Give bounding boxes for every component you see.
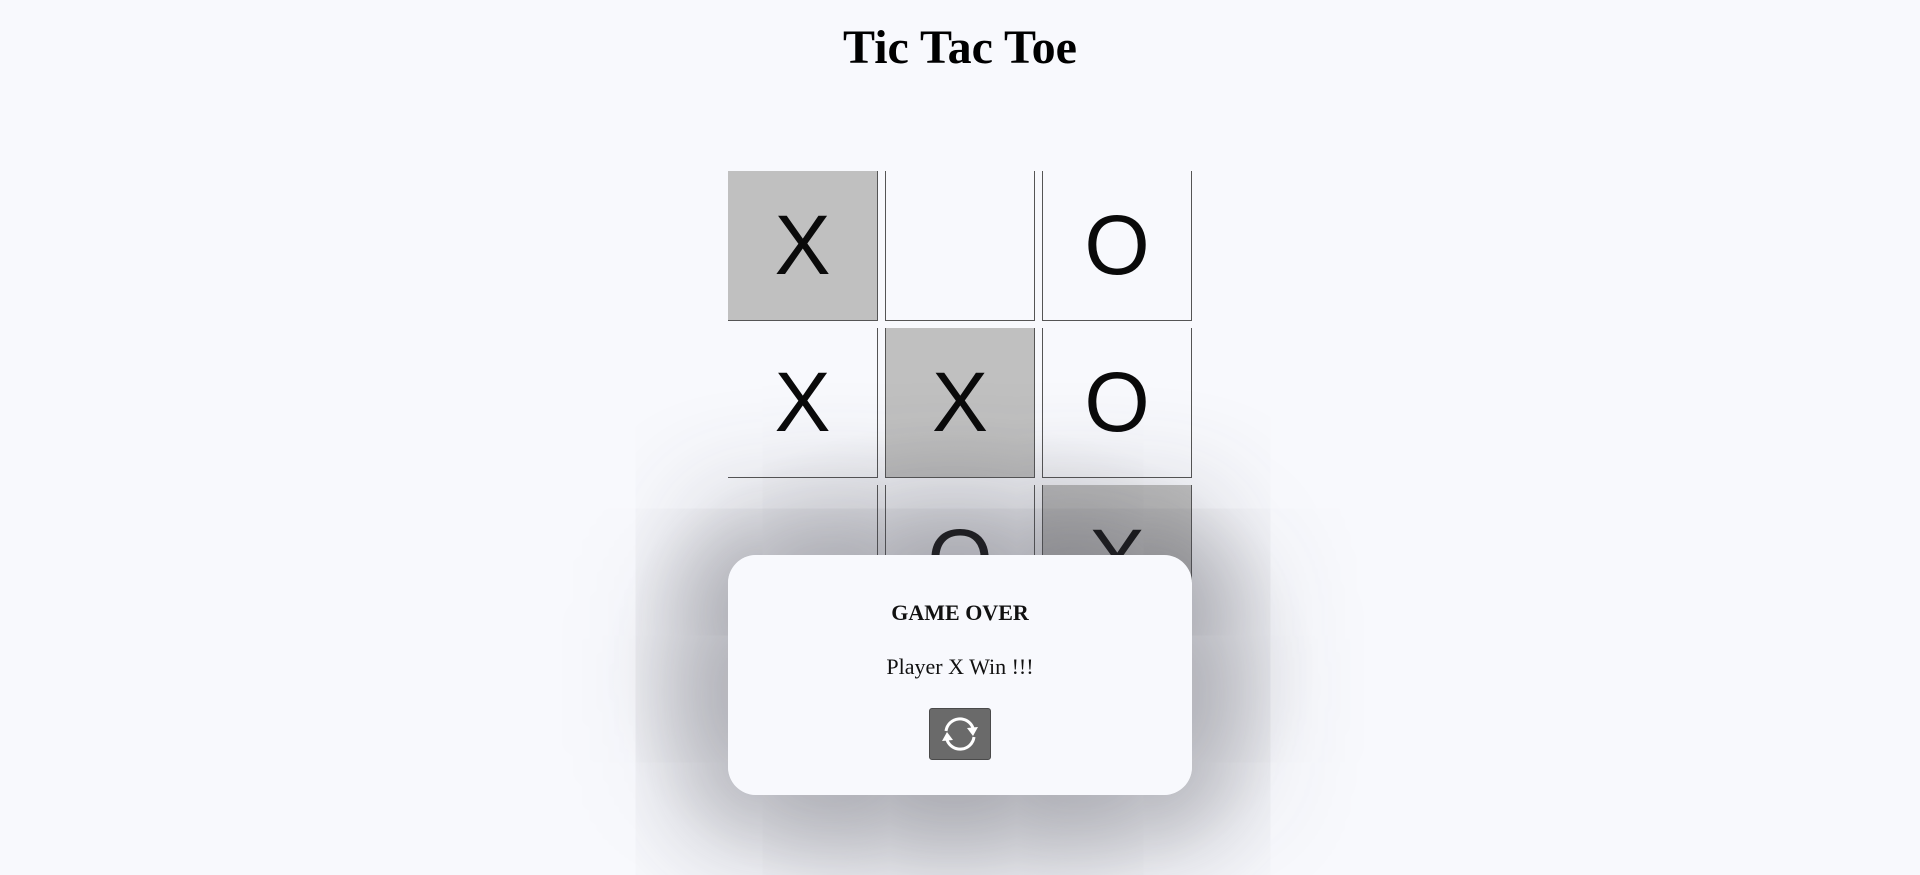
game-over-dialog: GAME OVER Player X Win !!!	[728, 555, 1192, 795]
board-cell-2[interactable]	[885, 171, 1035, 321]
game-over-heading: GAME OVER	[891, 600, 1029, 625]
restart-button[interactable]	[929, 708, 991, 760]
board-cell-4[interactable]: X	[728, 328, 878, 478]
board-cell-6[interactable]: O	[1042, 328, 1192, 478]
winner-message: Player X Win !!!	[886, 654, 1034, 679]
page-title: Tic Tac Toe	[843, 21, 1077, 74]
board-cell-1[interactable]: X	[728, 171, 878, 321]
board-cell-5[interactable]: X	[885, 328, 1035, 478]
board-cell-3[interactable]: O	[1042, 171, 1192, 321]
refresh-icon	[937, 713, 983, 755]
